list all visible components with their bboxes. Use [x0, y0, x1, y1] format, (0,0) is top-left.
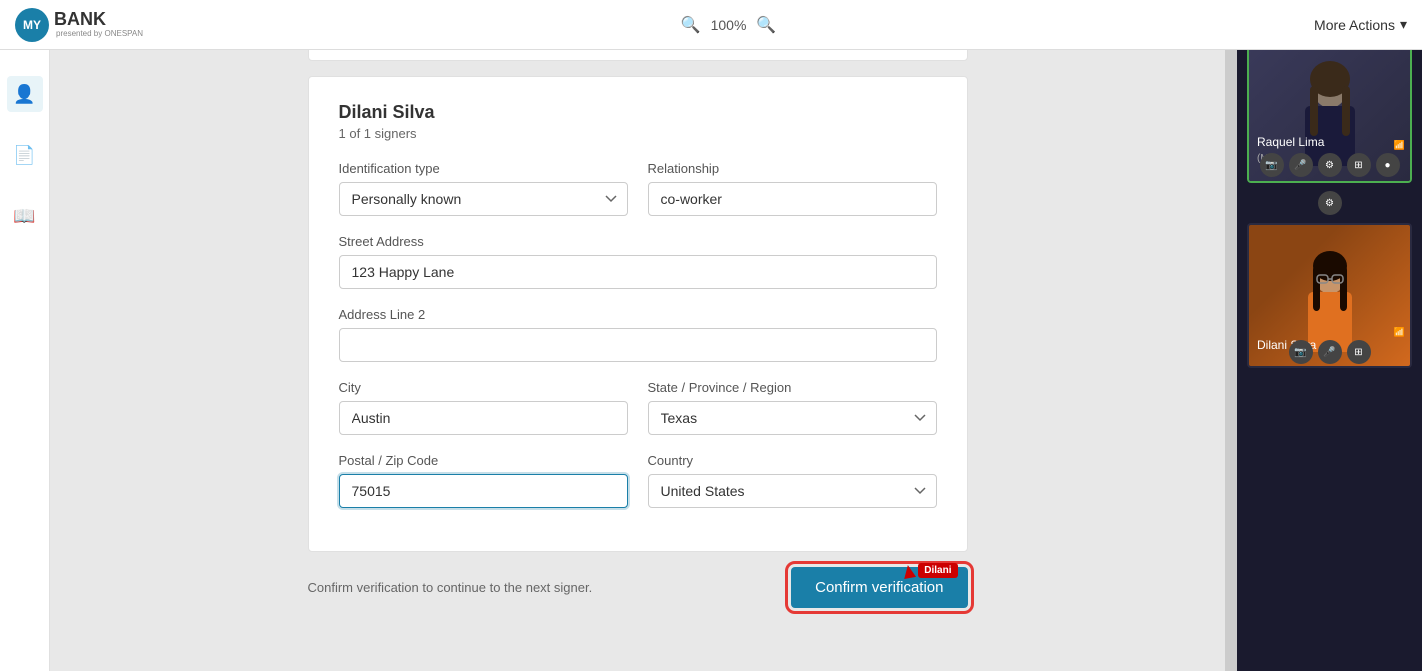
- logo-circle: MY: [15, 8, 49, 42]
- postal-label: Postal / Zip Code: [339, 453, 628, 468]
- document-icon[interactable]: 📄: [7, 137, 43, 173]
- logo-initials: MY: [23, 18, 41, 32]
- logo-subtitle: presented by ONESPAN: [56, 30, 143, 39]
- state-select[interactable]: Texas: [648, 401, 937, 435]
- city-label: City: [339, 380, 628, 395]
- postal-country-row: Postal / Zip Code Country United States: [339, 453, 937, 508]
- cursor-arrow-icon: [902, 564, 916, 579]
- raquel-name: Raquel Lima: [1257, 135, 1324, 149]
- person-icon[interactable]: 👤: [7, 76, 43, 112]
- country-select[interactable]: United States: [648, 474, 937, 508]
- id-type-label: Identification type: [339, 161, 628, 176]
- raquel-controls: 📷 🎤 ⚙ ⊞ ●: [1249, 153, 1410, 177]
- raquel-camera-button[interactable]: 📷: [1260, 153, 1284, 177]
- postal-group: Postal / Zip Code: [339, 453, 628, 508]
- street-input[interactable]: [339, 255, 937, 289]
- topbar-center: 🔍 100% 🔍: [143, 15, 1314, 35]
- country-label: Country: [648, 453, 937, 468]
- search-icon[interactable]: 🔍: [681, 15, 701, 35]
- postal-input[interactable]: [339, 474, 628, 508]
- dilani-controls: 📷 🎤 ⊞: [1249, 340, 1410, 364]
- raquel-gear-button[interactable]: ⚙: [1318, 191, 1342, 215]
- zoom-level: 100%: [711, 17, 747, 33]
- app-layout: MY BANK presented by ONESPAN 🔍 100% 🔍 Mo…: [0, 0, 1422, 671]
- cursor-annotation: Dilani: [903, 563, 957, 578]
- chevron-down-icon: ▾: [1400, 16, 1407, 33]
- dilani-signal-icon: 📶: [1394, 327, 1405, 338]
- form-footer: Confirm verification to continue to the …: [308, 567, 968, 608]
- raquel-mic-button[interactable]: 🎤: [1289, 153, 1313, 177]
- raquel-more-button[interactable]: ●: [1376, 153, 1400, 177]
- scrollbar[interactable]: [1225, 0, 1237, 671]
- topbar: MY BANK presented by ONESPAN 🔍 100% 🔍 Mo…: [0, 0, 1422, 50]
- signer-count: 1 of 1 signers: [339, 126, 937, 141]
- book-icon[interactable]: 📖: [7, 198, 43, 234]
- participant-video-dilani: Dilani Silva 📷 🎤 ⊞ 📶: [1247, 223, 1412, 368]
- dilani-expand-button[interactable]: ⊞: [1347, 340, 1371, 364]
- zoom-search-icon[interactable]: 🔍: [756, 15, 776, 35]
- address2-input[interactable]: [339, 328, 937, 362]
- street-row: Street Address: [339, 234, 937, 289]
- raquel-settings-button[interactable]: ⚙: [1318, 153, 1342, 177]
- raquel-signal-icon: 📶: [1394, 140, 1405, 151]
- city-group: City: [339, 380, 628, 435]
- id-type-group: Identification type Personally known: [339, 161, 628, 216]
- raquel-extra-controls: ⚙: [1247, 191, 1412, 215]
- relationship-input[interactable]: [648, 182, 937, 216]
- id-type-select[interactable]: Personally known: [339, 182, 628, 216]
- state-label: State / Province / Region: [648, 380, 937, 395]
- dilani-camera-button[interactable]: 📷: [1289, 340, 1313, 364]
- relationship-group: Relationship: [648, 161, 937, 216]
- logo: MY BANK presented by ONESPAN: [15, 8, 143, 42]
- verification-form: Dilani Silva 1 of 1 signers Identificati…: [308, 76, 968, 552]
- more-actions-label: More Actions: [1314, 17, 1395, 33]
- country-group: Country United States: [648, 453, 937, 508]
- street-group: Street Address: [339, 234, 937, 289]
- address2-label: Address Line 2: [339, 307, 937, 322]
- raquel-expand-button[interactable]: ⊞: [1347, 153, 1371, 177]
- sidebar-nav: ☰ 👤 📄 📖: [0, 0, 50, 671]
- footer-helper-text: Confirm verification to continue to the …: [308, 580, 593, 595]
- participant-video-raquel: Raquel Lima (Me) 📷 🎤 ⚙ ⊞ ● 📶: [1247, 38, 1412, 183]
- city-state-row: City State / Province / Region Texas: [339, 380, 937, 435]
- address2-row: Address Line 2: [339, 307, 937, 362]
- signer-name: Dilani Silva: [339, 102, 937, 123]
- id-relationship-row: Identification type Personally known Rel…: [339, 161, 937, 216]
- cursor-label: Dilani: [918, 563, 957, 578]
- state-group: State / Province / Region Texas: [648, 380, 937, 435]
- participants-panel: Participants (2) Raquel Lima (Me): [1237, 0, 1422, 671]
- address2-group: Address Line 2: [339, 307, 937, 362]
- relationship-label: Relationship: [648, 161, 937, 176]
- street-label: Street Address: [339, 234, 937, 249]
- dilani-mic-button[interactable]: 🎤: [1318, 340, 1342, 364]
- more-actions-button[interactable]: More Actions ▾: [1314, 16, 1407, 33]
- content-area: This screen contains private information…: [50, 0, 1225, 671]
- city-input[interactable]: [339, 401, 628, 435]
- logo-text: BANK: [54, 10, 143, 30]
- body-layout: ☰ 👤 📄 📖 This screen contains private inf…: [0, 0, 1422, 671]
